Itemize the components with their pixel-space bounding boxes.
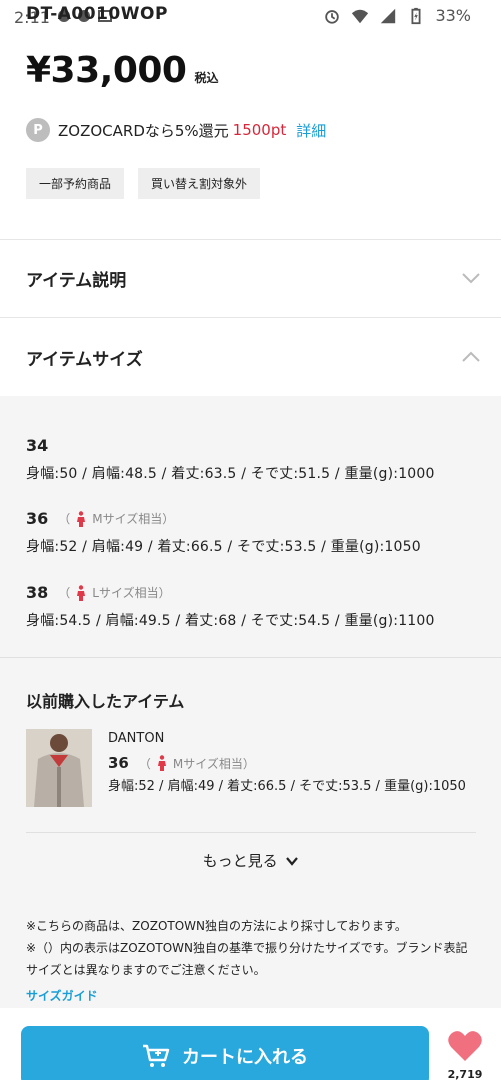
accordion-label: アイテムサイズ: [26, 349, 143, 370]
favorite-button[interactable]: 2,719: [440, 1030, 490, 1080]
add-to-cart-label: カートに入れる: [182, 1047, 308, 1067]
overlay-title: DT-A0010WOP: [26, 4, 168, 24]
size-guide-link[interactable]: サイズガイド: [26, 987, 98, 1004]
cart-icon: [143, 1044, 170, 1067]
person-icon: [77, 510, 86, 527]
size-hint: （Mサイズ相当）: [58, 510, 175, 527]
size-hint-text: Mサイズ相当: [172, 756, 243, 771]
size-detail: 身幅:54.5 / 肩幅:49.5 / 着丈:68 / そで丈:54.5 / 重…: [26, 613, 435, 629]
zozocard-points: 1500pt: [232, 121, 287, 139]
battery-percent: 33%: [435, 6, 471, 25]
tag-trade-in: 買い替え割対象外: [138, 168, 261, 199]
accordion-item-size[interactable]: アイテムサイズ: [0, 318, 501, 396]
wifi-icon: [352, 9, 369, 23]
size-block-38: 38 （Lサイズ相当） 身幅:54.5 / 肩幅:49.5 / 着丈:68 / …: [26, 583, 435, 630]
zozocard-detail-link[interactable]: 詳細: [296, 120, 326, 141]
size-heading: 34: [26, 436, 435, 455]
bottom-action-bar: カートに入れる 2,719: [0, 1008, 501, 1080]
size-heading: 36 （Mサイズ相当）: [26, 509, 421, 528]
size-block-36: 36 （Mサイズ相当） 身幅:52 / 肩幅:49 / 着丈:66.5 / そで…: [26, 509, 421, 556]
divider: [0, 657, 501, 658]
size-detail: 身幅:50 / 肩幅:48.5 / 着丈:63.5 / そで丈:51.5 / 重…: [26, 466, 435, 482]
size-block-34: 34 身幅:50 / 肩幅:48.5 / 着丈:63.5 / そで丈:51.5 …: [26, 436, 435, 483]
size-hint: （Mサイズ相当）: [138, 755, 255, 771]
price-amount: ¥33,000: [26, 50, 187, 91]
accordion-label: アイテム説明: [26, 270, 127, 291]
previous-item-brand: DANTON: [108, 731, 165, 746]
heart-icon: [448, 1031, 482, 1061]
size-notes: ※こちらの商品は、ZOZOTOWN独自の方法により採寸しております。 ※（）内の…: [26, 915, 476, 981]
size-hint-text: Mサイズ相当: [92, 512, 163, 526]
previous-items-title: 以前購入したアイテム: [26, 692, 185, 711]
note-line: ※（）内の表示はZOZOTOWN独自の基準で振り分けたサイズです。ブランド表記サ…: [26, 941, 468, 977]
add-to-cart-button[interactable]: カートに入れる: [21, 1026, 429, 1080]
person-icon: [157, 755, 166, 771]
accordion-item-description[interactable]: アイテム説明: [0, 239, 501, 317]
chevron-up-icon: [462, 351, 480, 362]
tag-list: 一部予約商品 買い替え割対象外: [26, 168, 261, 199]
size-label: 38: [26, 583, 49, 602]
status-bar: 2:11 DT-A0010WOP 33%: [0, 0, 501, 34]
previous-item-size: 36 （Mサイズ相当）: [108, 754, 468, 772]
previous-item-card[interactable]: DANTON 36 （Mサイズ相当） 身幅:52 / 肩幅:49 / 着丈:66…: [26, 729, 476, 819]
show-more-label: もっと見る: [202, 852, 278, 870]
show-more-button[interactable]: もっと見る: [0, 850, 501, 871]
previous-item-thumbnail[interactable]: [26, 729, 92, 807]
size-hint: （Lサイズ相当）: [58, 584, 171, 601]
chevron-down-icon: [462, 273, 480, 284]
zozocard-promo: P ZOZOCARDなら5%還元 1500pt 詳細: [26, 118, 326, 142]
size-heading: 38 （Lサイズ相当）: [26, 583, 435, 602]
favorite-count: 2,719: [447, 1068, 483, 1080]
previous-item-detail: 身幅:52 / 肩幅:49 / 着丈:66.5 / そで丈:53.5 / 重量(…: [108, 779, 466, 794]
previous-item-info: DANTON 36 （Mサイズ相当） 身幅:52 / 肩幅:49 / 着丈:66…: [108, 731, 468, 795]
size-label: 36: [108, 754, 129, 772]
points-icon: P: [26, 118, 50, 142]
status-right: 33%: [323, 6, 471, 25]
size-label: 34: [26, 436, 49, 455]
chevron-down-icon: [286, 857, 299, 866]
size-hint-text: Lサイズ相当: [92, 586, 159, 600]
signal-icon: [381, 8, 396, 23]
size-detail: 身幅:52 / 肩幅:49 / 着丈:66.5 / そで丈:53.5 / 重量(…: [26, 539, 421, 555]
price-block: ¥33,000 税込: [26, 50, 218, 91]
tax-label: 税込: [194, 71, 219, 85]
divider: [26, 832, 476, 833]
note-line: ※こちらの商品は、ZOZOTOWN独自の方法により採寸しております。: [26, 919, 407, 933]
size-label: 36: [26, 509, 49, 528]
person-icon: [77, 584, 86, 601]
tag-preorder: 一部予約商品: [26, 168, 125, 199]
zozocard-text: ZOZOCARDなら5%還元: [58, 121, 229, 140]
alarm-icon: [325, 9, 340, 24]
battery-icon: [411, 7, 421, 24]
coat-image: [26, 729, 92, 807]
